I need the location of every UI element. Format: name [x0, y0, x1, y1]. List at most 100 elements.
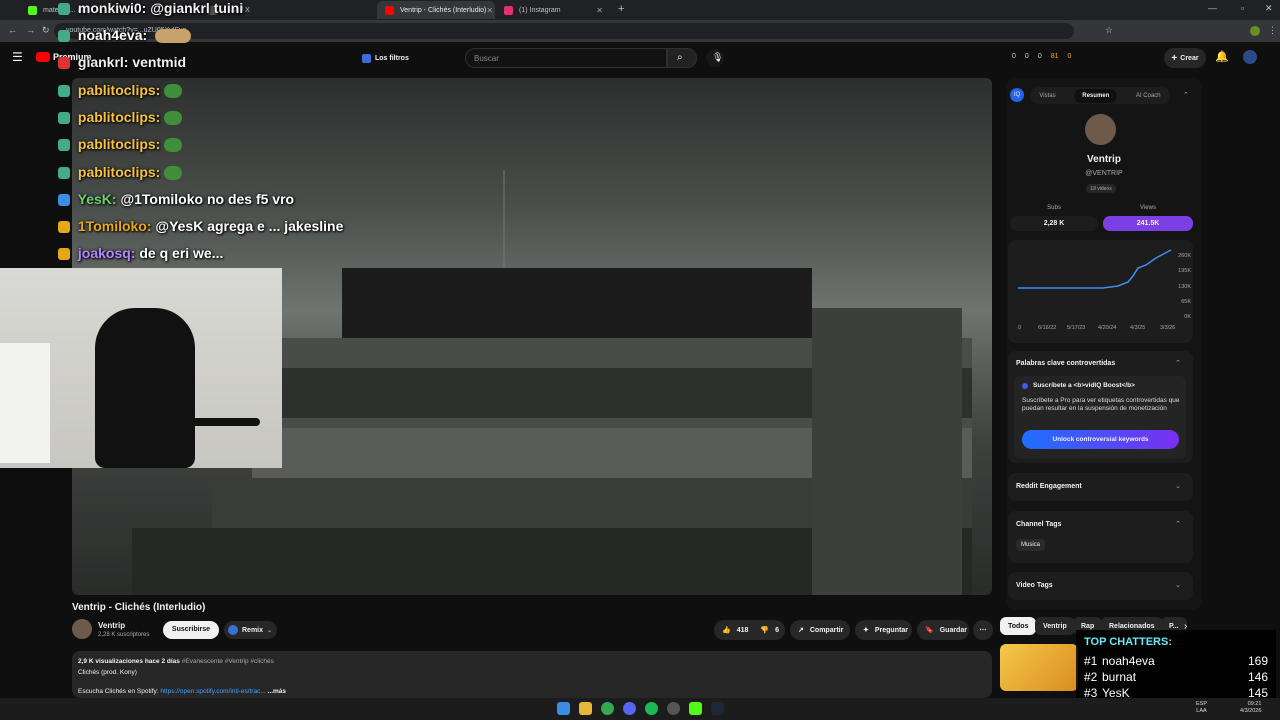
card-title: Reddit Engagement: [1016, 483, 1082, 490]
channel-tags-card: Channel Tags ⌃ Musica: [1008, 511, 1193, 563]
chevron-up-icon[interactable]: ⌃: [1175, 359, 1181, 367]
remix-button[interactable]: Remix ⌄: [224, 621, 277, 639]
share-button[interactable]: ↗ Compartir: [790, 620, 850, 640]
new-tab-button[interactable]: +: [618, 3, 624, 15]
hamburger-menu-icon[interactable]: ☰: [12, 50, 23, 64]
chat-text: ventmid: [132, 54, 187, 70]
thumbs-down-icon[interactable]: 👎: [760, 626, 769, 634]
save-button[interactable]: 🔖 Guardar: [917, 620, 969, 640]
time: 09:21: [1247, 701, 1262, 707]
thumbs-up-icon[interactable]: 👍: [722, 626, 731, 634]
dislike-count[interactable]: 6: [775, 627, 779, 634]
forward-icon[interactable]: →: [26, 25, 35, 35]
channel-avatar-small[interactable]: [72, 619, 92, 639]
chip-ventrip[interactable]: Ventrip: [1035, 617, 1075, 635]
reddit-engagement-card[interactable]: Reddit Engagement ⌄: [1008, 473, 1193, 501]
more-actions-button[interactable]: ⋯: [973, 620, 993, 640]
boost-title: Suscríbete a <b>vidIQ Boost</b>: [1033, 382, 1135, 389]
subscribe-button[interactable]: Suscribirse: [163, 621, 219, 639]
notifications-bell-icon[interactable]: 🔔: [1215, 50, 1229, 63]
chevron-down-icon: ⌄: [1175, 582, 1181, 589]
boost-icon: [1022, 383, 1028, 389]
discord-icon[interactable]: [623, 702, 636, 715]
kick-icon[interactable]: [689, 702, 702, 715]
save-label: Guardar: [939, 626, 967, 634]
pepe-emote-icon: [164, 111, 183, 126]
chat-user: pablitoclips:: [77, 82, 161, 98]
url-field[interactable]: youtube.com/watch?v=...uZU05XvIFyo: [54, 23, 1074, 39]
views-label: Views: [1140, 205, 1156, 211]
show-more-link[interactable]: ...más: [268, 688, 286, 695]
tab-vistas[interactable]: Vistas: [1039, 93, 1055, 99]
pepe-emote-icon: [164, 166, 183, 181]
region-code: LAA: [1196, 708, 1207, 714]
tag-chip[interactable]: Musica: [1016, 539, 1046, 551]
clock[interactable]: 09:21 4/3/2026: [1240, 701, 1261, 715]
share-label: Compartir: [809, 626, 844, 634]
spotify-icon[interactable]: [645, 702, 658, 715]
language-indicator[interactable]: ESP LAA: [1196, 701, 1207, 715]
vidiq-icon: [362, 53, 371, 63]
crown-badge-icon: [58, 248, 70, 261]
tab-resumen[interactable]: Resumen: [1074, 88, 1118, 103]
hashtags: #Evanescente #Ventrip #clichés: [181, 658, 274, 665]
card-title: Palabras clave controvertidas: [1016, 360, 1116, 367]
chevron-up-icon[interactable]: ⌃: [1175, 520, 1181, 528]
bookmark-star-icon[interactable]: ☆: [1105, 25, 1113, 36]
channel-link[interactable]: Ventrip: [98, 621, 125, 630]
maximize-button[interactable]: ▫: [1241, 3, 1244, 13]
minimize-button[interactable]: —: [1208, 3, 1217, 13]
youtube-logo-icon[interactable]: [36, 52, 50, 62]
steam-icon[interactable]: [711, 702, 724, 715]
tab-ai-coach[interactable]: AI Coach: [1136, 93, 1161, 99]
create-button[interactable]: + Crear: [1164, 48, 1206, 68]
search-input[interactable]: Buscar: [465, 48, 667, 68]
channel-name: Ventrip: [1087, 154, 1121, 165]
search-button[interactable]: ⌕: [667, 48, 697, 68]
reload-icon[interactable]: ↻: [42, 25, 50, 36]
collapse-icon[interactable]: ⌃: [1183, 91, 1189, 99]
chevron-down-icon: ⌄: [267, 627, 273, 634]
tab-instagram[interactable]: (1) Instagram ✕: [496, 1, 611, 19]
like-count[interactable]: 418: [737, 627, 749, 634]
close-tab-icon[interactable]: ✕: [596, 6, 603, 15]
chat-line: 1Tomiloko: @YesK agrega e ... jakesline: [58, 218, 343, 234]
shelf: [0, 343, 50, 463]
channel-avatar: [1085, 114, 1116, 145]
filters-button[interactable]: Los filtros: [362, 51, 409, 65]
growth-chart-card: 260K 195K 130K 65K 0K 0 6/16/22 5/17/23 …: [1008, 240, 1193, 343]
close-tab-icon[interactable]: ✕: [486, 6, 493, 15]
video-tags-card[interactable]: Video Tags ⌄: [1008, 572, 1193, 600]
tab-youtube[interactable]: Ventrip - Clichés (Interludio) ✕: [377, 1, 495, 19]
remix-icon: [228, 625, 238, 635]
account-avatar[interactable]: [1243, 50, 1257, 64]
x-tick-label: 4/20/24: [1098, 325, 1116, 331]
spotify-link[interactable]: https://open.spotify.com/intl-es/trac...: [160, 688, 265, 695]
menu-kebab-icon[interactable]: ⋮: [1268, 25, 1277, 36]
chip-todos[interactable]: Todos: [1000, 617, 1037, 635]
remix-label: Remix: [242, 626, 264, 634]
voice-search-button[interactable]: 🎙: [706, 49, 724, 67]
chat-user: noah4eva:: [77, 27, 148, 43]
description-spotify: Escucha Clichés en Spotify: https://open…: [78, 688, 286, 695]
video-title: Ventrip - Clichés (Interludio): [72, 602, 206, 613]
y-tick-label: 260K: [1178, 253, 1191, 259]
channel-handle: @VENTRIP: [1085, 170, 1123, 177]
chat-line: pablitoclips:: [58, 109, 183, 126]
windows-start-icon[interactable]: [557, 702, 570, 715]
recommended-thumbnail[interactable]: [1000, 644, 1078, 691]
more-horizontal-icon: ⋯: [979, 627, 987, 634]
views-and-date: 2,9 K visualizaciones hace 2 días: [78, 658, 180, 665]
obs-icon[interactable]: [667, 702, 680, 715]
stat-value: 0: [1067, 53, 1072, 60]
file-explorer-icon[interactable]: [579, 702, 592, 715]
profile-avatar[interactable]: [1250, 26, 1260, 36]
stat-value: 0: [1024, 53, 1029, 60]
search-icon: ⌕: [677, 52, 683, 63]
chrome-icon[interactable]: [601, 702, 614, 715]
unlock-keywords-button[interactable]: Unlock controversial keywords: [1022, 430, 1179, 449]
close-window-button[interactable]: ✕: [1265, 3, 1273, 14]
ask-button[interactable]: ✦ Preguntar: [855, 620, 912, 640]
back-icon[interactable]: ←: [8, 25, 17, 35]
emote-icon: [155, 29, 192, 44]
